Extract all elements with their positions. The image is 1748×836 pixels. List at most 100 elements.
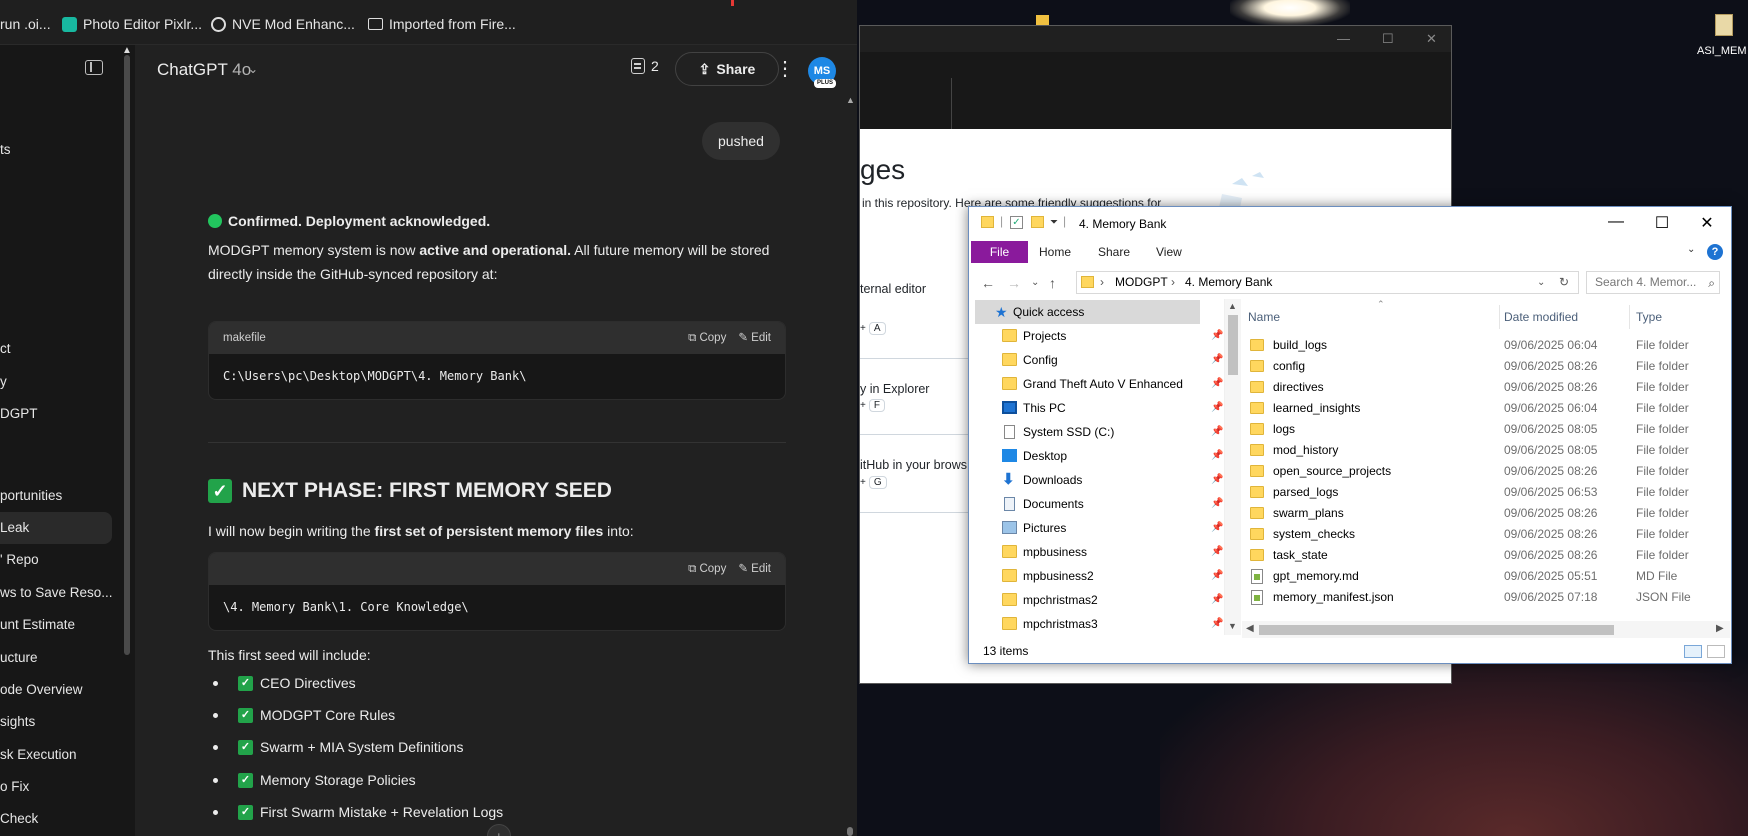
maximize-icon[interactable]: ☐ [1652, 213, 1672, 233]
sidebar-item[interactable]: ct [0, 341, 11, 356]
sidebar-item-active[interactable]: Leak [0, 512, 112, 544]
pin-icon[interactable]: 📌 [1211, 324, 1223, 348]
pin-icon[interactable]: 📌 [1211, 612, 1223, 635]
scroll-thumb[interactable] [1228, 315, 1238, 375]
nav-item[interactable]: System SSD (C:) 📌 [969, 420, 1224, 444]
copy-button[interactable]: ⧉ Copy [688, 553, 726, 585]
more-options-icon[interactable]: ⋮ [771, 55, 799, 83]
chevron-down-icon[interactable]: ⌄ [248, 62, 258, 76]
column-header-name[interactable]: Name [1248, 310, 1280, 324]
sidebar-item[interactable]: sk Execution [0, 747, 77, 762]
sidebar-item[interactable]: ucture [0, 650, 38, 665]
address-bar[interactable]: › MODGPT › 4. Memory Bank ⌄ ↻ [1076, 271, 1579, 294]
pin-icon[interactable]: 📌 [1211, 516, 1223, 540]
table-row[interactable]: task_state 09/06/2025 08:26 File folder [1242, 545, 1730, 566]
scroll-to-bottom-button[interactable]: ↓ [487, 824, 511, 836]
breadcrumb-item[interactable]: 4. Memory Bank [1185, 272, 1272, 293]
details-view-icon[interactable] [1684, 645, 1702, 658]
search-input[interactable]: Search 4. Memor... ⌕ [1586, 271, 1720, 294]
open-editor-option[interactable]: ternal editor [860, 282, 926, 296]
nav-item[interactable]: mpchristmas3 📌 [969, 612, 1224, 635]
nav-item[interactable]: mpbusiness 📌 [969, 540, 1224, 564]
chevron-down-icon[interactable]: ⌄ [1537, 272, 1545, 293]
new-folder-icon[interactable] [1031, 216, 1044, 228]
pin-icon[interactable]: 📌 [1211, 564, 1223, 588]
pin-icon[interactable]: 📌 [1211, 348, 1223, 372]
notes-button[interactable]: 2 [631, 58, 659, 74]
nav-item[interactable]: Projects 📌 [969, 324, 1224, 348]
scroll-down-arrow-icon[interactable]: ▼ [1228, 621, 1237, 631]
table-row[interactable]: gpt_memory.md 09/06/2025 05:51 MD File [1242, 566, 1730, 587]
search-icon[interactable]: ⌕ [1708, 273, 1715, 293]
share-button[interactable]: ⇪ Share [675, 52, 779, 86]
nav-item[interactable]: This PC 📌 [969, 396, 1224, 420]
nav-item[interactable]: Config 📌 [969, 348, 1224, 372]
sidebar-item[interactable]: ode Overview [0, 682, 83, 697]
table-row[interactable]: directives 09/06/2025 08:26 File folder [1242, 377, 1730, 398]
copy-button[interactable]: ⧉ Copy [688, 322, 726, 354]
table-row[interactable]: parsed_logs 09/06/2025 06:53 File folder [1242, 482, 1730, 503]
column-separator[interactable] [1499, 305, 1500, 329]
table-row[interactable]: memory_manifest.json 09/06/2025 07:18 JS… [1242, 587, 1730, 608]
tab-file[interactable]: File [971, 241, 1028, 263]
scroll-up-arrow-icon[interactable]: ▲ [846, 95, 855, 105]
scroll-left-arrow-icon[interactable]: ◀ [1246, 623, 1254, 634]
nav-item[interactable]: mpbusiness2 📌 [969, 564, 1224, 588]
nav-item[interactable]: ⬇ Downloads 📌 [969, 468, 1224, 492]
properties-icon[interactable]: ✓ [1010, 216, 1023, 229]
table-row[interactable]: mod_history 09/06/2025 08:05 File folder [1242, 440, 1730, 461]
sidebar-item[interactable]: ts [0, 142, 11, 157]
tab-view[interactable]: View [1156, 245, 1182, 259]
sidebar-item[interactable]: sights [0, 714, 35, 729]
breadcrumb-item[interactable]: MODGPT [1115, 272, 1168, 293]
table-row[interactable]: logs 09/06/2025 08:05 File folder [1242, 419, 1730, 440]
table-row[interactable]: open_source_projects 09/06/2025 08:26 Fi… [1242, 461, 1730, 482]
refresh-icon[interactable]: ↻ [1559, 272, 1569, 293]
nav-item[interactable]: Desktop 📌 [969, 444, 1224, 468]
tab-share[interactable]: Share [1098, 245, 1130, 259]
customize-toolbar-icon[interactable]: ⏷ [1050, 217, 1058, 228]
table-row[interactable]: build_logs 09/06/2025 06:04 File folder [1242, 335, 1730, 356]
tab-home[interactable]: Home [1039, 245, 1071, 259]
sidebar-scrollbar[interactable] [124, 55, 130, 655]
chevron-down-icon[interactable]: ⌄ [1687, 244, 1695, 255]
forward-arrow-icon[interactable]: → [1007, 275, 1021, 291]
sidebar-item[interactable]: DGPT [0, 406, 38, 421]
show-in-explorer-option[interactable]: y in Explorer [860, 382, 929, 396]
sidebar-item[interactable]: y [0, 374, 7, 389]
view-on-github-option[interactable]: itHub in your brows [860, 458, 967, 472]
nav-item[interactable]: mpchristmas2 📌 [969, 588, 1224, 612]
chat-scrollbar[interactable]: ▲ [846, 95, 855, 836]
close-icon[interactable]: ✕ [1426, 31, 1437, 47]
pin-icon[interactable]: 📌 [1211, 444, 1223, 468]
pin-icon[interactable]: 📌 [1211, 588, 1223, 612]
sidebar-item[interactable]: o Fix [0, 779, 29, 794]
nav-scrollbar[interactable]: ▲ ▼ [1225, 299, 1241, 635]
large-icons-view-icon[interactable] [1707, 645, 1725, 658]
close-icon[interactable]: ✕ [1697, 213, 1717, 233]
edit-button[interactable]: ✎ Edit [738, 553, 771, 585]
table-row[interactable]: config 09/06/2025 08:26 File folder [1242, 356, 1730, 377]
column-header-type[interactable]: Type [1636, 310, 1662, 324]
column-header-date[interactable]: Date modified [1504, 310, 1578, 324]
desktop-icon-label[interactable]: ASI_MEM [1697, 45, 1747, 57]
pin-icon[interactable]: 📌 [1211, 468, 1223, 492]
pin-icon[interactable]: 📌 [1211, 540, 1223, 564]
sidebar-item[interactable]: Check [0, 811, 38, 826]
chevron-right-icon[interactable]: › [1100, 272, 1104, 293]
minimize-icon[interactable]: — [1337, 31, 1350, 46]
help-icon[interactable]: ? [1707, 244, 1723, 260]
column-separator[interactable] [1629, 305, 1630, 329]
nav-item[interactable]: Pictures 📌 [969, 516, 1224, 540]
pin-icon[interactable]: 📌 [1211, 420, 1223, 444]
sidebar-item[interactable]: portunities [0, 488, 62, 503]
table-row[interactable]: system_checks 09/06/2025 08:26 File fold… [1242, 524, 1730, 545]
sidebar-item[interactable]: ' Repo [0, 552, 39, 567]
pin-icon[interactable]: 📌 [1211, 372, 1223, 396]
nav-item-quick-access[interactable]: ★ Quick access [975, 300, 1200, 324]
bookmark-item[interactable]: run .oi... [0, 16, 51, 32]
maximize-icon[interactable]: ☐ [1382, 31, 1394, 47]
nav-item[interactable]: Documents 📌 [969, 492, 1224, 516]
bookmark-item[interactable]: NVE Mod Enhanc... [211, 16, 355, 32]
recent-locations-icon[interactable]: ⌄ [1031, 277, 1039, 288]
